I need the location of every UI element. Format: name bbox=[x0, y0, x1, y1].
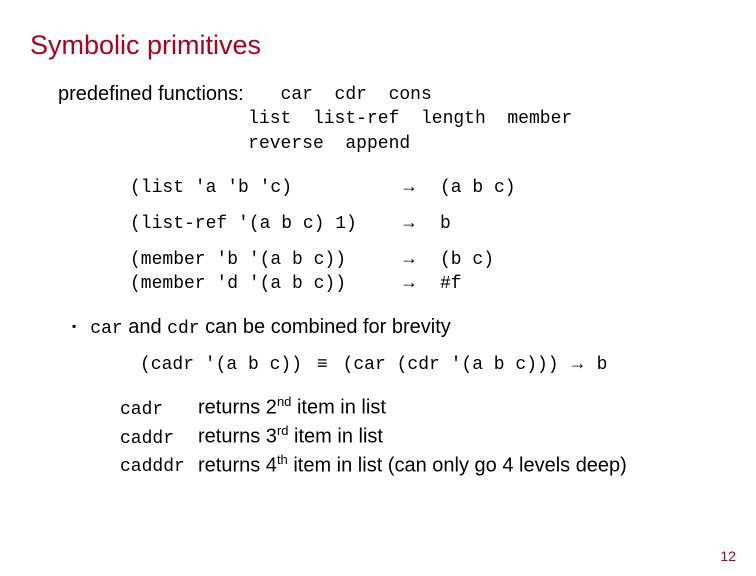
bullet-item: ▪ car and cdr can be combined for brevit… bbox=[72, 316, 726, 339]
equiv-icon: ≡ bbox=[317, 353, 328, 373]
predefined-functions-block: predefined functions: car cdr cons list … bbox=[58, 83, 726, 156]
arrow-icon: → bbox=[400, 212, 440, 233]
predefined-label: predefined functions: bbox=[58, 83, 244, 106]
example-row: (member 'd '(a b c)) → #f bbox=[130, 272, 726, 294]
cadr-result: b bbox=[597, 355, 608, 375]
shortcut-row: cadddr returns 4th item in list (can onl… bbox=[120, 451, 726, 480]
shortcut-row: cadr returns 2nd item in list bbox=[120, 393, 726, 422]
shortcut-text: returns 3rd item in list bbox=[198, 422, 383, 451]
example-row: (list-ref '(a b c) 1) → b bbox=[130, 212, 726, 234]
shortcut-code: cadddr bbox=[120, 455, 198, 479]
shortcut-text: returns 2nd item in list bbox=[198, 393, 386, 422]
page-number: 12 bbox=[720, 548, 736, 564]
examples-block: (list 'a 'b 'c) → (a b c) (list-ref '(a … bbox=[130, 176, 726, 294]
cadr-left: (cadr '(a b c)) bbox=[140, 355, 302, 375]
example-result: b bbox=[440, 214, 451, 234]
arrow-icon: → bbox=[400, 272, 440, 293]
cadr-right: (car (cdr '(a b c))) bbox=[343, 355, 559, 375]
fn-line-1: car cdr cons bbox=[248, 83, 572, 107]
code-car: car bbox=[90, 319, 122, 339]
fn-line-3: reverse append bbox=[248, 132, 572, 156]
example-expr: (list 'a 'b 'c) bbox=[130, 178, 400, 198]
function-list: car cdr cons list list-ref length member… bbox=[248, 83, 572, 156]
example-result: (b c) bbox=[440, 250, 494, 270]
example-row: (list 'a 'b 'c) → (a b c) bbox=[130, 176, 726, 198]
shortcut-code: cadr bbox=[120, 398, 198, 422]
example-expr: (member 'b '(a b c)) bbox=[130, 250, 400, 270]
slide-title: Symbolic primitives bbox=[30, 30, 726, 61]
bullet-icon: ▪ bbox=[72, 319, 76, 333]
shortcut-list: cadr returns 2nd item in list caddr retu… bbox=[120, 393, 726, 480]
arrow-icon: → bbox=[400, 176, 440, 197]
example-expr: (list-ref '(a b c) 1) bbox=[130, 214, 400, 234]
arrow-icon: → bbox=[400, 248, 440, 269]
example-result: (a b c) bbox=[440, 178, 516, 198]
shortcut-row: caddr returns 3rd item in list bbox=[120, 422, 726, 451]
fn-line-2: list list-ref length member bbox=[248, 107, 572, 131]
shortcut-code: caddr bbox=[120, 427, 198, 451]
example-result: #f bbox=[440, 274, 462, 294]
example-row: (member 'b '(a b c)) → (b c) bbox=[130, 248, 726, 270]
code-cdr: cdr bbox=[167, 319, 199, 339]
example-expr: (member 'd '(a b c)) bbox=[130, 274, 400, 294]
slide: Symbolic primitives predefined functions… bbox=[0, 0, 756, 576]
arrow-icon: → bbox=[569, 353, 587, 373]
bullet-text: car and cdr can be combined for brevity bbox=[90, 316, 451, 339]
shortcut-text: returns 4th item in list (can only go 4 … bbox=[198, 451, 627, 480]
cadr-equivalence: (cadr '(a b c)) ≡ (car (cdr '(a b c))) →… bbox=[140, 353, 726, 375]
